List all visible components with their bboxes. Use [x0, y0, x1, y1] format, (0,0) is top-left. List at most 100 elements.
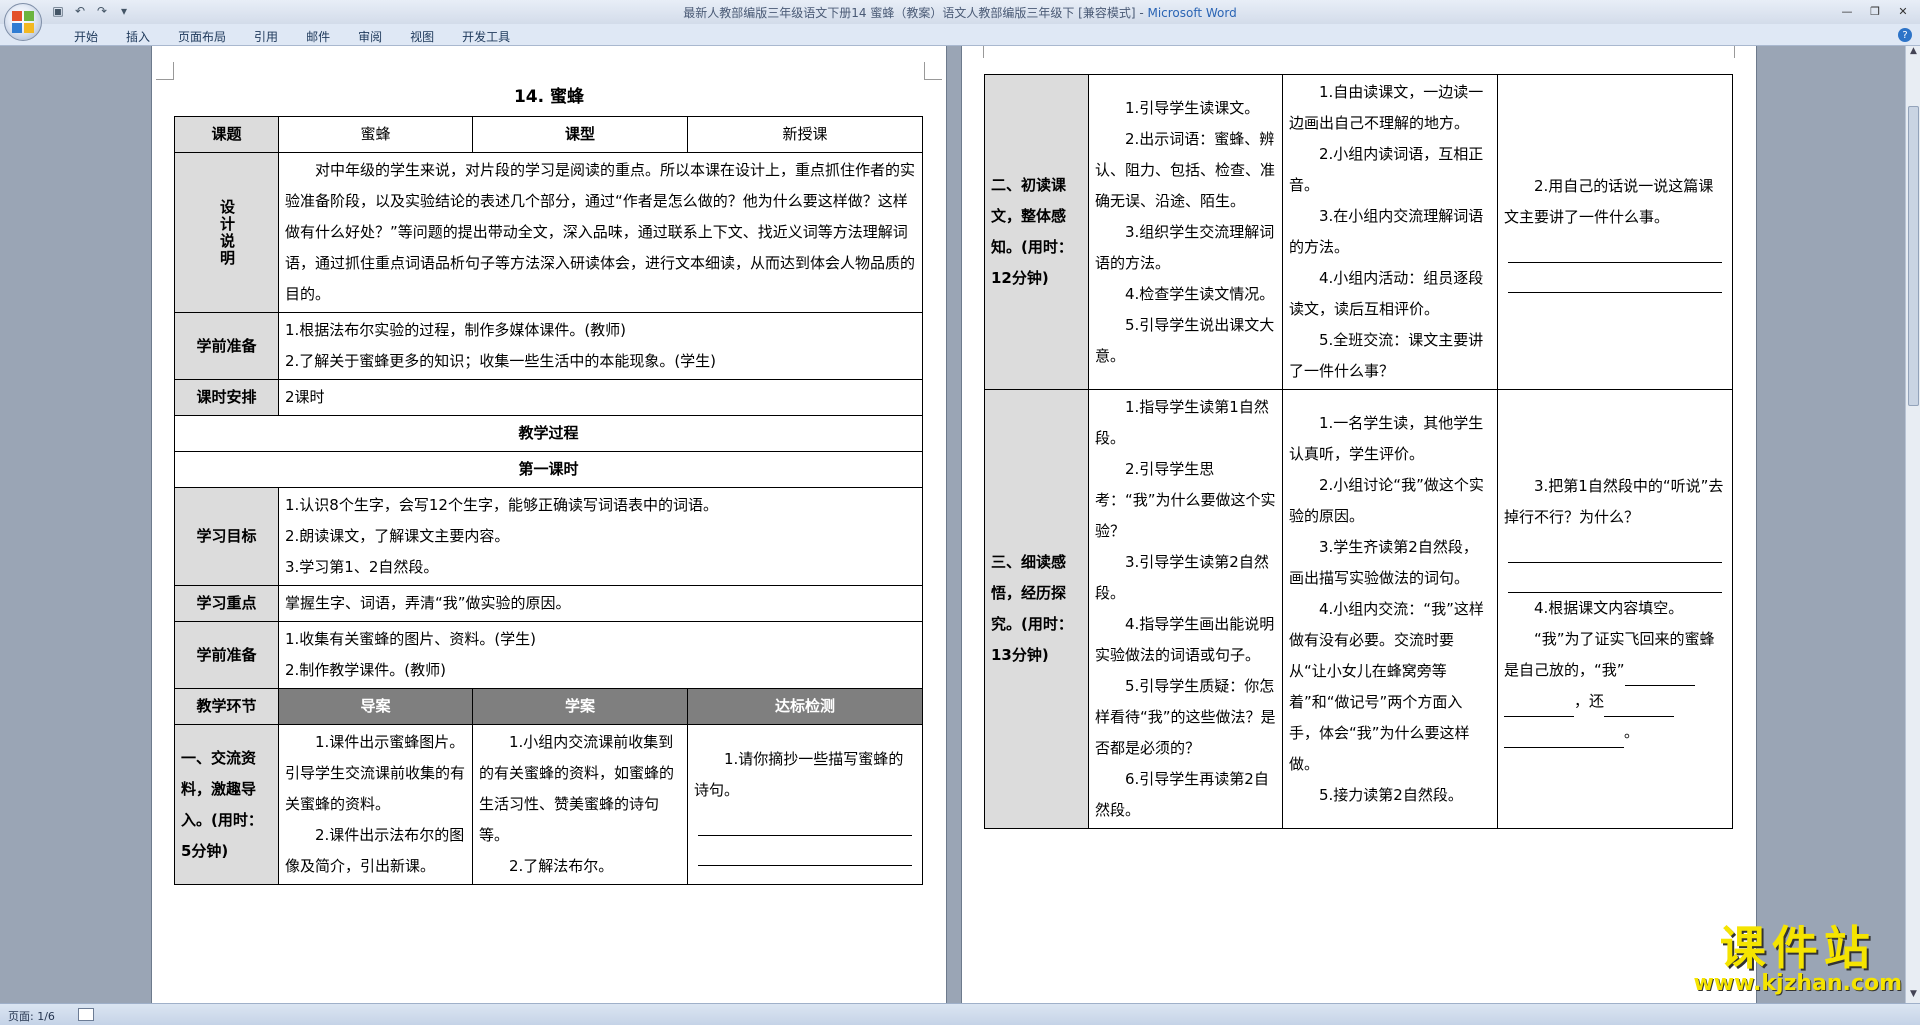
crop-mark — [924, 62, 942, 80]
goal-cell[interactable]: 1.认识8个生字，会写12个生字，能够正确读写词语表中的词语。 2.朗读课文，了… — [278, 487, 923, 586]
topic-value[interactable]: 蜜蜂 — [278, 116, 473, 153]
answer-line[interactable] — [1508, 263, 1722, 293]
tab-0[interactable]: 开始 — [60, 28, 112, 45]
watermark-url: www.kjzhan.com — [1693, 971, 1902, 996]
step3-guide[interactable]: 1.指导学生读第1自然段。 2.引导学生思考：“我”为什么要做这个实验？ 3.引… — [1088, 389, 1283, 829]
fill-blank[interactable] — [1504, 699, 1574, 717]
step3-guide-item: 2.引导学生思考：“我”为什么要做这个实验？ — [1095, 460, 1276, 540]
tab-3[interactable]: 引用 — [240, 28, 292, 45]
step2-guide[interactable]: 1.引导学生读课文。 2.出示词语：蜜蜂、辨认、阻力、包括、检查、准确无误、沿途… — [1088, 74, 1283, 390]
step2-study-item: 3.在小组内交流理解词语的方法。 — [1289, 207, 1484, 256]
prep2-item: 2.制作教学课件。(教师) — [285, 661, 447, 679]
prep2-cell[interactable]: 1.收集有关蜜蜂的图片、资料。(学生) 2.制作教学课件。(教师) — [278, 621, 923, 689]
scroll-down-icon[interactable]: ▼ — [1906, 989, 1920, 1003]
proofing-icon[interactable] — [78, 1008, 94, 1021]
step2-study-item: 2.小组内读词语，互相正音。 — [1289, 145, 1484, 194]
step1-guide[interactable]: 1.课件出示蜜蜂图片。引导学生交流课前收集的有关蜜蜂的资料。 2.课件出示法布尔… — [278, 724, 473, 885]
answer-line[interactable] — [1508, 533, 1722, 563]
prep2-label: 学前准备 — [174, 621, 279, 689]
step2-study-item: 4.小组内活动：组员逐段读文，读后互相评价。 — [1289, 269, 1484, 318]
window-title: 最新人教部编版三年级语文下册14 蜜蜂（教案）语文人教部编版三年级下 [兼容模式… — [0, 4, 1920, 21]
step2-study[interactable]: 1.自由读课文，一边读一边画出自己不理解的地方。 2.小组内读词语，互相正音。 … — [1282, 74, 1498, 390]
help-icon[interactable]: ? — [1898, 28, 1912, 42]
goal-label: 学习目标 — [174, 487, 279, 586]
step1-study[interactable]: 1.小组内交流课前收集到的有关蜜蜂的资料，如蜜蜂的生活习性、赞美蜜蜂的诗句等。 … — [472, 724, 688, 885]
tab-4[interactable]: 邮件 — [292, 28, 344, 45]
fill-text-c: 。 — [1624, 722, 1640, 741]
step3-study[interactable]: 1.一名学生读，其他学生认真听，学生评价。 2.小组讨论“我”做这个实验的原因。… — [1282, 389, 1498, 829]
tab-2[interactable]: 页面布局 — [164, 28, 240, 45]
step3-guide-item: 4.指导学生画出能说明实验做法的词语或句子。 — [1095, 615, 1275, 664]
step3-guide-item: 1.指导学生读第1自然段。 — [1095, 398, 1269, 447]
app-name: Microsoft Word — [1147, 6, 1237, 20]
minimize-icon[interactable]: — — [1834, 2, 1860, 20]
goal-item: 1.认识8个生字，会写12个生字，能够正确读写词语表中的词语。 — [285, 496, 718, 514]
step3-check[interactable]: 3.把第1自然段中的“听说”去掉行不行？为什么？ 4.根据课文内容填空。 “我”… — [1497, 389, 1733, 829]
step3-guide-item: 6.引导学生再读第2自然段。 — [1095, 770, 1269, 819]
schedule-value[interactable]: 2课时 — [278, 379, 923, 416]
tab-7[interactable]: 开发工具 — [448, 28, 524, 45]
schedule-label: 课时安排 — [174, 379, 279, 416]
step1-check[interactable]: 1.请你摘抄一些描写蜜蜂的诗句。 — [687, 724, 923, 885]
tab-list: 开始 插入 页面布局 引用 邮件 审阅 视图 开发工具 — [60, 28, 524, 45]
step3-fill-sentence: “我”为了证实飞回来的蜜蜂是自己放的，“我”，还。 — [1504, 624, 1726, 748]
step2-study-item: 5.全班交流：课文主要讲了一件什么事？ — [1289, 331, 1484, 380]
step1-guide-item: 1.课件出示蜜蜂图片。引导学生交流课前收集的有关蜜蜂的资料。 — [285, 733, 466, 813]
doc-title: 14. 蜜蜂 — [513, 87, 585, 107]
page-count[interactable]: 页面: 1/6 — [8, 1008, 55, 1024]
step2-check[interactable]: 2.用自己的话说一说这篇课文主要讲了一件什么事。 — [1497, 74, 1733, 390]
answer-line[interactable] — [698, 806, 912, 836]
office-logo-icon — [12, 11, 34, 33]
fill-blank[interactable] — [1624, 668, 1695, 686]
prep2-item: 1.收集有关蜜蜂的图片、资料。(学生) — [285, 630, 537, 648]
fill-blank[interactable] — [1504, 730, 1624, 748]
step3-study-item: 3.学生齐读第2自然段，画出描写实验做法的词句。 — [1289, 537, 1478, 587]
maximize-icon[interactable]: ❐ — [1862, 2, 1888, 20]
fill-blank[interactable] — [1604, 699, 1675, 717]
guide-header: 导案 — [278, 688, 473, 725]
process-heading: 教学过程 — [174, 415, 923, 452]
document-workspace: 14. 蜜蜂 课题 蜜蜂 课型 新授课 设计说明 对中年级的学生来说，对片段的学… — [0, 46, 1905, 1003]
first-lesson-heading: 第一课时 — [174, 451, 923, 488]
close-icon[interactable]: ✕ — [1890, 2, 1916, 20]
lesson-table-1: 课题 蜜蜂 课型 新授课 设计说明 对中年级的学生来说，对片段的学习是阅读的重点… — [174, 116, 923, 885]
tab-5[interactable]: 审阅 — [344, 28, 396, 45]
design-text[interactable]: 对中年级的学生来说，对片段的学习是阅读的重点。所以本课在设计上，重点抓住作者的实… — [278, 152, 923, 313]
goal-item: 2.朗读课文，了解课文主要内容。 — [285, 527, 510, 545]
step1-check-item: 1.请你摘抄一些描写蜜蜂的诗句。 — [694, 749, 904, 799]
focus-label: 学习重点 — [174, 585, 279, 622]
title-bar: ▣ ↶ ↷ ▾ 最新人教部编版三年级语文下册14 蜜蜂（教案）语文人教部编版三年… — [0, 0, 1920, 24]
focus-text[interactable]: 掌握生字、词语，弄清“我”做实验的原因。 — [278, 585, 923, 622]
topic-label: 课题 — [174, 116, 279, 153]
document-name: 最新人教部编版三年级语文下册14 蜜蜂（教案）语文人教部编版三年级下 [兼容模式… — [683, 6, 1148, 20]
step2-study-item: 1.自由读课文，一边读一边画出自己不理解的地方。 — [1289, 83, 1484, 132]
step3-study-item: 4.小组内交流：“我”这样做有没有必要。交流时要从“让小女儿在蜂窝旁等着”和“做… — [1289, 599, 1484, 773]
step3-study-item: 1.一名学生读，其他学生认真听，学生评价。 — [1289, 413, 1484, 463]
design-label: 设计说明 — [174, 152, 279, 313]
step1-guide-item: 2.课件出示法布尔的图像及简介，引出新课。 — [285, 826, 465, 875]
scroll-thumb[interactable] — [1908, 106, 1919, 406]
answer-line[interactable] — [1508, 563, 1722, 593]
scroll-up-icon[interactable]: ▲ — [1906, 46, 1920, 60]
tab-1[interactable]: 插入 — [112, 28, 164, 45]
ribbon-tabs: 开始 插入 页面布局 引用 邮件 审阅 视图 开发工具 ? — [0, 24, 1920, 46]
step2-guide-item: 4.检查学生读文情况。 — [1125, 284, 1275, 303]
type-value[interactable]: 新授课 — [687, 116, 923, 153]
vertical-scrollbar[interactable]: ▲ ▼ — [1905, 46, 1920, 1003]
prep-item: 2.了解关于蜜蜂更多的知识；收集一些生活中的本能现象。(学生) — [285, 352, 717, 370]
step3-guide-item: 5.引导学生质疑：你怎样看待“我”的这些做法？是否都是必须的？ — [1095, 677, 1276, 757]
page-1: 14. 蜜蜂 课题 蜜蜂 课型 新授课 设计说明 对中年级的学生来说，对片段的学… — [152, 46, 946, 1003]
step3-guide-item: 3.引导学生读第2自然段。 — [1095, 553, 1269, 602]
crop-mark — [966, 46, 984, 58]
step2-guide-item: 1.引导学生读课文。 — [1125, 98, 1260, 117]
prep-cell[interactable]: 1.根据法布尔实验的过程，制作多媒体课件。(教师) 2.了解关于蜜蜂更多的知识；… — [278, 312, 923, 380]
goal-item: 3.学习第1、2自然段。 — [285, 558, 439, 576]
step2-guide-item: 2.出示词语：蜜蜂、辨认、阻力、包括、检查、准确无误、沿途、陌生。 — [1095, 129, 1276, 210]
answer-line[interactable] — [698, 836, 912, 866]
design-label-text: 设计说明 — [218, 198, 236, 267]
tab-6[interactable]: 视图 — [396, 28, 448, 45]
fill-text-b: ，还 — [1574, 691, 1605, 710]
answer-line[interactable] — [1508, 233, 1722, 263]
check-header: 达标检测 — [687, 688, 923, 725]
office-button[interactable] — [4, 3, 42, 41]
